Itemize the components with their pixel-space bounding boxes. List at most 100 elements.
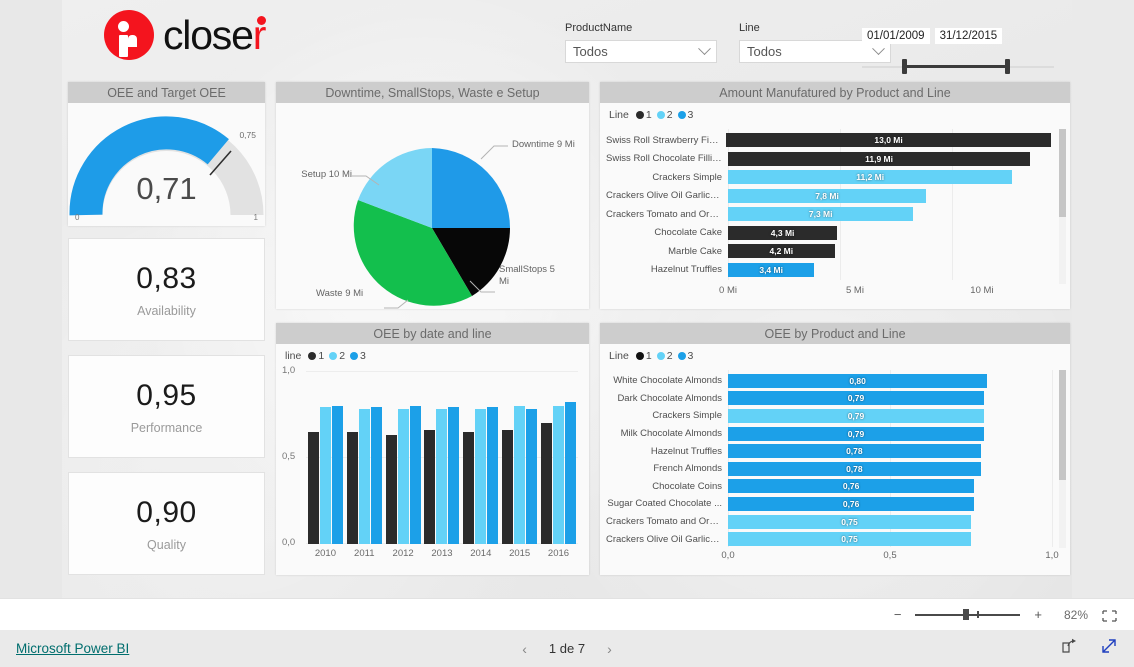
- bar-row[interactable]: Swiss Roll Chocolate Filling 11,9 Mi: [606, 150, 1051, 169]
- bar[interactable]: [358, 409, 370, 544]
- bar[interactable]: [564, 402, 576, 544]
- bar[interactable]: [397, 409, 409, 544]
- bar[interactable]: [487, 407, 499, 544]
- legend-oee-date-item-1[interactable]: 1: [308, 350, 324, 362]
- bar[interactable]: 0,80: [728, 373, 988, 388]
- oee-product-scrollbar[interactable]: [1059, 370, 1066, 548]
- slider-handle-end[interactable]: [1005, 59, 1010, 74]
- bar-group[interactable]: [384, 371, 423, 544]
- legend-oee-product-item-3[interactable]: 3: [677, 350, 693, 362]
- bar-row[interactable]: Marble Cake 4,2 Mi: [606, 242, 1051, 261]
- fullscreen-icon[interactable]: [1100, 637, 1118, 660]
- zoom-in-button[interactable]: +: [1034, 607, 1042, 622]
- bar[interactable]: 0,76: [728, 479, 975, 494]
- bar[interactable]: [448, 407, 460, 544]
- bar-row[interactable]: Crackers Tomato and Ore... 7,3 Mi: [606, 205, 1051, 224]
- bar-group[interactable]: [345, 371, 384, 544]
- bar-group[interactable]: [306, 371, 345, 544]
- date-range-slider[interactable]: [862, 54, 1062, 80]
- slicer-productname-dropdown[interactable]: Todos: [565, 40, 717, 63]
- bar-group[interactable]: [423, 371, 462, 544]
- bar[interactable]: 13,0 Mi: [726, 133, 1051, 148]
- bar[interactable]: [346, 431, 358, 544]
- bar[interactable]: 4,2 Mi: [728, 244, 835, 259]
- bar[interactable]: [424, 429, 436, 544]
- bar[interactable]: [463, 431, 475, 544]
- bar-row[interactable]: Crackers Olive Oil Garlic a... 0,75: [606, 530, 1051, 548]
- bar[interactable]: 0,76: [728, 496, 975, 511]
- bar[interactable]: [385, 435, 397, 544]
- bar[interactable]: [552, 405, 564, 544]
- legend-oee-date-item-3[interactable]: 3: [350, 350, 366, 362]
- bar[interactable]: [475, 409, 487, 544]
- bar-row[interactable]: Sugar Coated Chocolate ... 0,76: [606, 495, 1051, 513]
- bar-row[interactable]: Chocolate Coins 0,76: [606, 478, 1051, 496]
- share-icon[interactable]: [1061, 638, 1078, 659]
- bar[interactable]: [502, 429, 514, 544]
- bar[interactable]: 4,3 Mi: [728, 225, 838, 240]
- bar-row[interactable]: Hazelnut Truffles 3,4 Mi: [606, 261, 1051, 280]
- legend-oee-date-item-2[interactable]: 2: [329, 350, 345, 362]
- legend-amount-item-1[interactable]: 1: [635, 109, 652, 121]
- slicer-date-range[interactable]: 01/01/2009 31/12/2015: [862, 28, 1062, 80]
- amount-bar-visual[interactable]: Line 1 2 3 Swiss Roll Strawberry Filling…: [600, 103, 1070, 309]
- bar[interactable]: [526, 409, 538, 544]
- amount-scrollbar-thumb[interactable]: [1059, 129, 1066, 217]
- chevron-left-icon[interactable]: ‹: [522, 641, 527, 657]
- bar-row[interactable]: Milk Chocolate Almonds 0,79: [606, 425, 1051, 443]
- bar[interactable]: [436, 409, 448, 544]
- bar[interactable]: [319, 407, 331, 544]
- bar-row[interactable]: Chocolate Cake 4,3 Mi: [606, 224, 1051, 243]
- bar-row[interactable]: Hazelnut Truffles 0,78: [606, 442, 1051, 460]
- oee-product-scrollbar-thumb[interactable]: [1059, 370, 1066, 480]
- bar[interactable]: 11,9 Mi: [728, 151, 1031, 166]
- fit-to-page-icon[interactable]: [1102, 609, 1117, 622]
- kpi-card-availability[interactable]: 0,83 Availability: [68, 238, 265, 341]
- bar[interactable]: 0,78: [728, 444, 981, 459]
- legend-oee-product-item-2[interactable]: 2: [656, 350, 673, 362]
- kpi-card-quality[interactable]: 0,90 Quality: [68, 472, 265, 575]
- bar-group[interactable]: [539, 371, 578, 544]
- bar[interactable]: 0,75: [728, 532, 971, 547]
- bar-row[interactable]: White Chocolate Almonds 0,80: [606, 372, 1051, 390]
- bar[interactable]: 7,3 Mi: [728, 207, 914, 222]
- bar-group[interactable]: [500, 371, 539, 544]
- bar[interactable]: 0,75: [728, 514, 971, 529]
- bar[interactable]: 0,79: [728, 408, 984, 423]
- oee-date-visual[interactable]: line 1 2 3 1,0 0,5 0,0 2010 2011 2012 2013 2…: [276, 344, 589, 575]
- bar[interactable]: 3,4 Mi: [728, 262, 815, 277]
- gauge-visual[interactable]: 0,71 0,75 0 1: [68, 103, 265, 226]
- legend-amount-item-2[interactable]: 2: [656, 109, 673, 121]
- pie-visual[interactable]: Downtime 9 Mi Setup 10 Mi SmallStops 5 M…: [276, 103, 589, 309]
- bar[interactable]: [370, 407, 382, 544]
- chevron-right-icon[interactable]: ›: [607, 641, 612, 657]
- bar[interactable]: 11,2 Mi: [728, 170, 1013, 185]
- bar[interactable]: [307, 431, 319, 544]
- zoom-slider-thumb[interactable]: [963, 609, 970, 620]
- zoom-slider[interactable]: [915, 609, 1021, 620]
- bar-row[interactable]: Swiss Roll Strawberry Filling 13,0 Mi: [606, 131, 1051, 150]
- zoom-out-button[interactable]: −: [894, 607, 902, 622]
- bar-row[interactable]: Crackers Simple 11,2 Mi: [606, 168, 1051, 187]
- bar[interactable]: 7,8 Mi: [728, 188, 927, 203]
- kpi-card-performance[interactable]: 0,95 Performance: [68, 355, 265, 458]
- date-end-input[interactable]: 31/12/2015: [934, 28, 1003, 44]
- oee-product-visual[interactable]: Line 1 2 3 White Chocolate Almonds 0,80 Da…: [600, 344, 1070, 575]
- slider-handle-start[interactable]: [902, 59, 907, 74]
- bar-row[interactable]: Dark Chocolate Almonds 0,79: [606, 390, 1051, 408]
- bar-row[interactable]: French Almonds 0,78: [606, 460, 1051, 478]
- bar[interactable]: 0,79: [728, 426, 984, 441]
- bar-row[interactable]: Crackers Olive Oil Garlic a... 7,8 Mi: [606, 187, 1051, 206]
- bar[interactable]: [331, 405, 343, 544]
- bar[interactable]: 0,78: [728, 461, 981, 476]
- bar-group[interactable]: [461, 371, 500, 544]
- bar-row[interactable]: Crackers Tomato and Ore... 0,75: [606, 513, 1051, 531]
- bar[interactable]: 0,79: [728, 391, 984, 406]
- legend-oee-product-item-1[interactable]: 1: [635, 350, 652, 362]
- date-start-input[interactable]: 01/01/2009: [862, 28, 930, 44]
- bar[interactable]: [409, 405, 421, 544]
- legend-amount-item-3[interactable]: 3: [677, 109, 693, 121]
- bar[interactable]: [540, 422, 552, 544]
- amount-scrollbar[interactable]: [1059, 129, 1066, 284]
- bar[interactable]: [514, 405, 526, 544]
